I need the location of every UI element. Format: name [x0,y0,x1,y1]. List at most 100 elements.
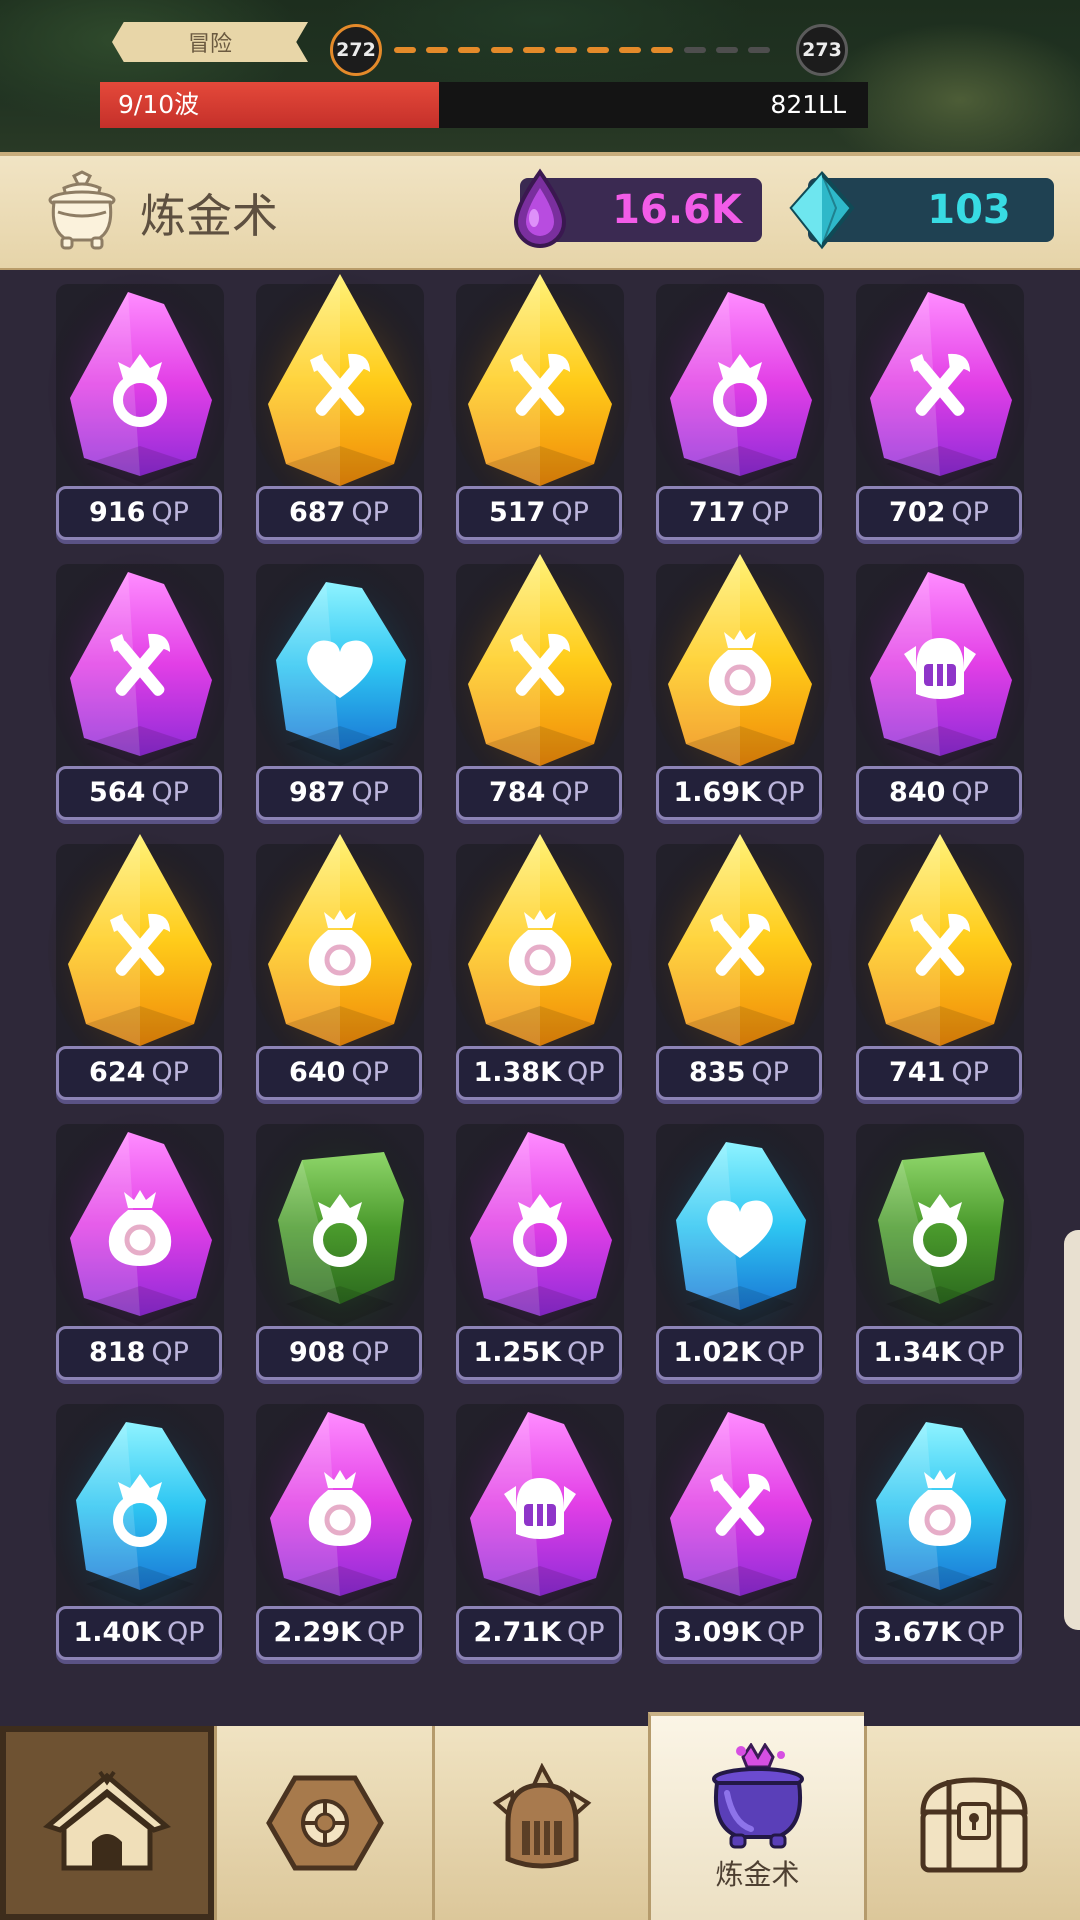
crystal-unit: QP [351,777,389,808]
crystal-cell[interactable]: 741 QP [848,830,1032,1102]
crystal-value: 1.69K [673,777,761,808]
crystal-purple [48,270,232,510]
crystal-value-label: 517 QP [456,486,622,540]
crystal-cell[interactable]: 784 QP [448,550,632,822]
crystal-cell[interactable]: 1.40K QP [48,1390,232,1662]
crystal-cell[interactable]: 835 QP [648,830,832,1102]
nav-tab-hero[interactable] [432,1726,648,1920]
stage-path-dash [715,47,738,53]
nav-tab-alchemy[interactable]: 炼金术 [648,1712,864,1920]
crystal-value-label: 916 QP [56,486,222,540]
page-title: 炼金术 [140,189,278,243]
stage-path-dash [554,47,577,53]
treasure-chest-icon [919,1777,1028,1873]
crystal-gold [448,830,632,1070]
crystal-value: 1.25K [473,1337,561,1368]
crystal-unit: QP [967,1337,1005,1368]
crystal-cell[interactable]: 1.38K QP [448,830,632,1102]
hex-relic-icon [265,1775,384,1871]
crystal-purple [448,1390,632,1630]
crystal-gold [648,550,832,790]
enemy-power: 821LL [770,90,846,119]
mode-tag[interactable]: 冒险 [112,22,308,62]
crystal-unit: QP [567,1617,605,1648]
gem-icon [789,170,855,250]
crystal-cell[interactable]: 2.29K QP [248,1390,432,1662]
crystal-value-label: 784 QP [456,766,622,820]
nav-tab-relic[interactable] [214,1726,432,1920]
crystal-purple [648,1390,832,1630]
stage-path-dash [651,47,674,53]
side-scroll-tab[interactable] [1064,1230,1080,1630]
crystal-purple [48,1110,232,1350]
crystal-cell[interactable]: 916 QP [48,270,232,542]
bottom-nav: 炼金术 [0,1712,1080,1920]
crystal-cell[interactable]: 1.25K QP [448,1110,632,1382]
crystal-cell[interactable]: 624 QP [48,830,232,1102]
crystal-value-label: 564 QP [56,766,222,820]
crystal-cell[interactable]: 818 QP [48,1110,232,1382]
crystal-unit: QP [551,777,589,808]
crystal-value: 702 [889,497,946,528]
elixir-drop-icon [513,168,567,248]
crystal-cell[interactable]: 908 QP [248,1110,432,1382]
crystal-cell[interactable]: 702 QP [848,270,1032,542]
crystal-cell[interactable]: 1.02K QP [648,1110,832,1382]
crystal-value-label: 835 QP [656,1046,822,1100]
crystal-value-label: 640 QP [256,1046,422,1100]
crystal-value-label: 687 QP [256,486,422,540]
crystal-value: 3.67K [873,1617,961,1648]
wave-counter: 9/10波 [118,90,200,119]
crystal-cell[interactable]: 840 QP [848,550,1032,822]
crystal-cell[interactable]: 987 QP [248,550,432,822]
crystal-value-label: 1.34K QP [856,1326,1022,1380]
crystal-value-label: 818 QP [56,1326,222,1380]
crystal-cell[interactable]: 640 QP [248,830,432,1102]
crystal-cell[interactable]: 2.71K QP [448,1390,632,1662]
crystal-cell[interactable]: 1.69K QP [648,550,832,822]
crystal-unit: QP [151,777,189,808]
stage-path-dash [394,47,416,53]
crystal-value: 1.34K [873,1337,961,1368]
crystal-cell[interactable]: 1.34K QP [848,1110,1032,1382]
crystal-cyan [648,1110,832,1350]
crystal-value: 784 [489,777,546,808]
crystal-value-label: 702 QP [856,486,1022,540]
nav-tab-home[interactable] [0,1726,214,1920]
crystal-unit: QP [151,1337,189,1368]
cauldron-icon [48,170,116,250]
crystal-unit: QP [567,1337,605,1368]
crystal-cell[interactable]: 564 QP [48,550,232,822]
crystal-grid: 916 QP 687 QP 517 QP 717 QP 702 QP 564 Q… [0,270,1080,1730]
crystal-value-label: 1.40K QP [56,1606,222,1660]
elixir-counter[interactable]: 16.6K [513,168,762,248]
crystal-value-label: 987 QP [256,766,422,820]
crystal-value-label: 3.67K QP [856,1606,1022,1660]
crystal-cell[interactable]: 3.09K QP [648,1390,832,1662]
crystal-value: 835 [689,1057,746,1088]
crystal-value-label: 1.25K QP [456,1326,622,1380]
crystal-cyan [248,550,432,790]
crystal-value: 1.38K [473,1057,561,1088]
crystal-value: 3.09K [673,1617,761,1648]
crystal-unit: QP [351,1337,389,1368]
stage-path-dash [490,47,513,53]
crystal-cell[interactable]: 517 QP [448,270,632,542]
crystal-unit: QP [567,1057,605,1088]
crystal-cell[interactable]: 3.67K QP [848,1390,1032,1662]
crystal-cyan [48,1390,232,1630]
crystal-unit: QP [751,497,789,528]
crystal-value-label: 624 QP [56,1046,222,1100]
crystal-unit: QP [767,1617,805,1648]
nav-tab-chest[interactable] [864,1726,1080,1920]
crystal-cell[interactable]: 687 QP [248,270,432,542]
crystal-gold [648,830,832,1070]
stage-path-dash [587,47,609,53]
crystal-purple [448,1110,632,1350]
crystal-cell[interactable]: 717 QP [648,270,832,542]
gem-counter[interactable]: 103 [789,170,1054,250]
crystal-value-label: 908 QP [256,1326,422,1380]
current-stage-node: 272 [330,24,382,76]
stage-progress-panel: 冒险 272 273 9/10波 821LL [0,0,1080,158]
gem-amount: 103 [927,187,1011,233]
